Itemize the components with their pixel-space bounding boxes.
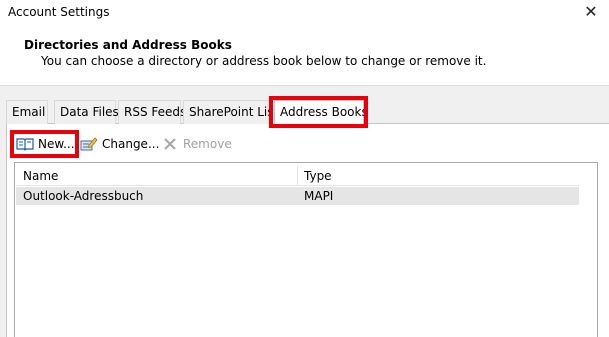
window-titlebar: Account Settings ✕ — [0, 0, 609, 26]
tab-data-files[interactable]: Data Files — [54, 100, 119, 124]
x-icon — [161, 135, 179, 153]
edit-icon — [80, 135, 98, 153]
tab-email[interactable]: Email — [6, 100, 48, 124]
tab-address-books[interactable]: Address Books — [274, 100, 368, 124]
header-title: Directories and Address Books — [24, 38, 232, 52]
row-type-cell: MAPI — [304, 189, 334, 203]
header-description: You can choose a directory or address bo… — [41, 54, 487, 68]
change-button-label: Change... — [102, 137, 160, 151]
change-button[interactable]: Change... — [80, 133, 159, 155]
remove-button[interactable]: Remove — [161, 133, 232, 155]
column-divider[interactable] — [297, 166, 298, 186]
address-book-list[interactable]: Name Type Outlook-Adressbuch MAPI — [14, 162, 598, 337]
row-name-cell: Outlook-Adressbuch — [23, 189, 144, 203]
remove-button-label: Remove — [183, 137, 232, 151]
column-header-name[interactable]: Name — [23, 169, 58, 183]
address-book-icon — [16, 135, 34, 153]
window-title: Account Settings — [8, 5, 110, 19]
table-row[interactable]: Outlook-Adressbuch MAPI — [16, 187, 579, 205]
dialog-header: Directories and Address Books You can ch… — [0, 26, 609, 86]
list-header: Name Type — [16, 166, 579, 186]
tab-sharepoint-lists[interactable]: SharePoint Lists — [183, 100, 284, 124]
tab-rss-feeds[interactable]: RSS Feeds — [118, 100, 186, 124]
column-header-type[interactable]: Type — [304, 169, 332, 183]
close-icon[interactable]: ✕ — [581, 2, 601, 22]
new-button-label: New... — [38, 137, 75, 151]
new-button[interactable]: New... — [16, 133, 75, 155]
